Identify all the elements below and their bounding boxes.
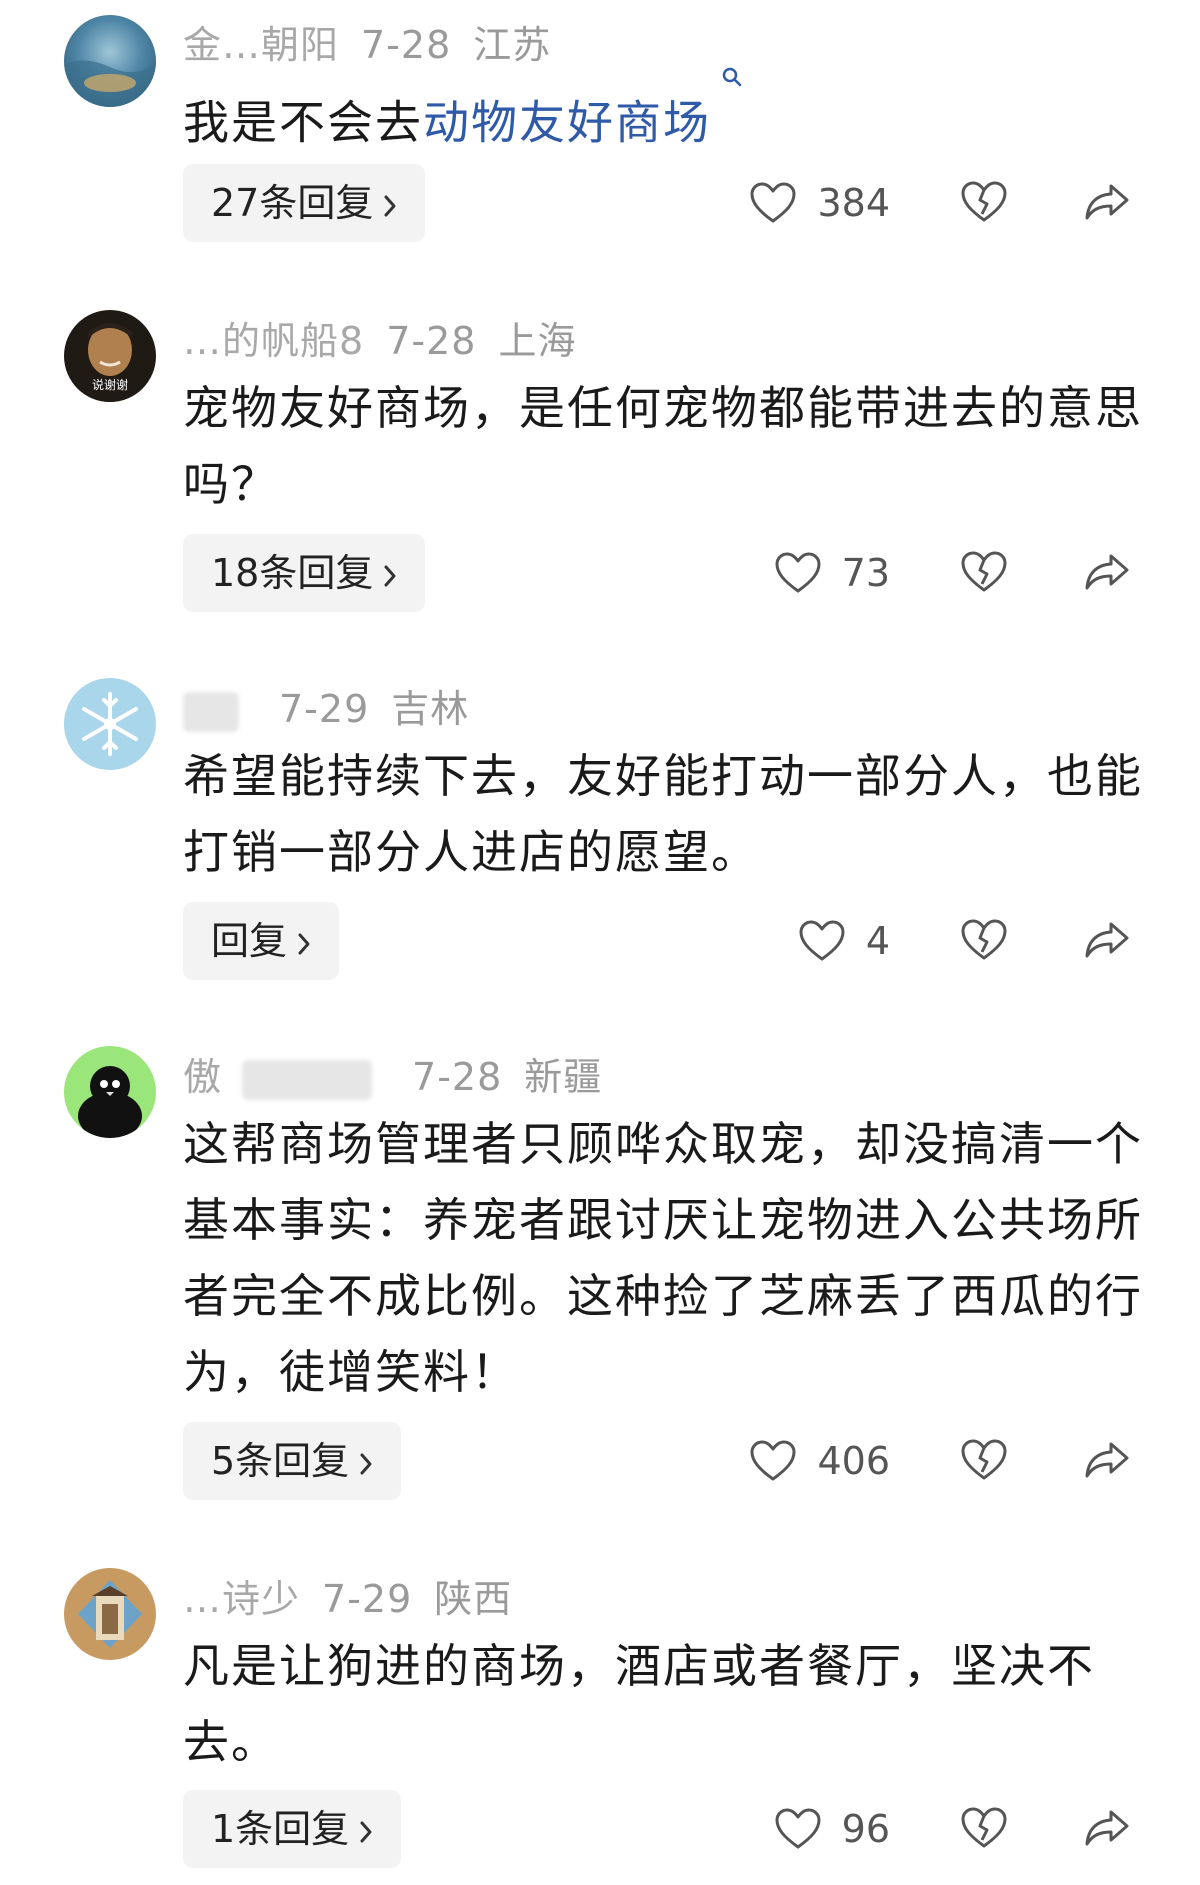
comment-meta: …诗少 7-29 陕西 bbox=[183, 1568, 512, 1623]
comment-date: 7-28 bbox=[386, 319, 477, 363]
comment-item: 说谢谢 …的帆船8 7-28 上海 宠物友好商场，是任何宠物都能带进去的意思吗？ 1… bbox=[0, 300, 1200, 620]
user-name[interactable]: 金…朝阳 bbox=[183, 23, 339, 67]
search-mini-icon[interactable] bbox=[711, 67, 743, 129]
comment-item: …诗少 7-29 陕西 凡是让狗进的商场，酒店或者餐厅，坚决不去。 1条回复 96 bbox=[0, 1558, 1200, 1885]
comment-location: 新疆 bbox=[524, 1055, 603, 1099]
share-arrow-icon[interactable] bbox=[1083, 1438, 1131, 1482]
comment-date: 7-28 bbox=[361, 23, 452, 67]
avatar[interactable]: 说谢谢 bbox=[64, 310, 156, 402]
avatar[interactable] bbox=[64, 1046, 156, 1138]
comment-actions: 96 bbox=[0, 1790, 1200, 1868]
like-button[interactable]: 384 bbox=[749, 164, 890, 242]
redacted-user-name bbox=[183, 691, 239, 732]
comment-date: 7-29 bbox=[322, 1577, 413, 1621]
search-link[interactable]: 动物友好商场 bbox=[423, 95, 711, 149]
broken-heart-icon[interactable] bbox=[960, 1438, 1008, 1482]
avatar[interactable] bbox=[64, 678, 156, 770]
comment-meta: 金…朝阳 7-28 江苏 bbox=[183, 14, 551, 69]
comment-item: 傲 7-28 新疆 这帮商场管理者只顾哗众取宠，却没搞清一个基本事实：养宠者跟讨厌让… bbox=[0, 1036, 1200, 1500]
broken-heart-icon[interactable] bbox=[960, 550, 1008, 594]
avatar[interactable] bbox=[64, 15, 156, 107]
comment-actions: 406 bbox=[0, 1422, 1200, 1500]
like-button[interactable]: 73 bbox=[774, 534, 890, 612]
like-count: 384 bbox=[817, 181, 890, 225]
comment-text: 希望能持续下去，友好能打动一部分人，也能打销一部分人进店的愿望。 bbox=[183, 749, 1143, 879]
like-button[interactable]: 406 bbox=[749, 1422, 890, 1500]
user-name[interactable]: …诗少 bbox=[183, 1577, 300, 1621]
like-count: 73 bbox=[841, 551, 890, 595]
share-arrow-icon[interactable] bbox=[1083, 1806, 1131, 1850]
comment-meta: …的帆船8 7-28 上海 bbox=[183, 310, 576, 365]
like-count: 96 bbox=[841, 1807, 890, 1851]
comment-item: 金…朝阳 7-28 江苏 我是不会去动物友好商场 27条回复 384 bbox=[0, 0, 1200, 250]
like-button[interactable]: 96 bbox=[774, 1790, 890, 1868]
share-arrow-icon[interactable] bbox=[1083, 180, 1131, 224]
comment-item: 7-29 吉林 希望能持续下去，友好能打动一部分人，也能打销一部分人进店的愿望。 … bbox=[0, 668, 1200, 988]
comment-text: 我是不会去动物友好商场 bbox=[183, 67, 1143, 160]
share-arrow-icon[interactable] bbox=[1083, 550, 1131, 594]
heart-outline-icon bbox=[749, 1439, 797, 1483]
heart-outline-icon bbox=[774, 1807, 822, 1851]
comment-date: 7-28 bbox=[412, 1055, 503, 1099]
like-button[interactable]: 4 bbox=[798, 902, 890, 980]
share-arrow-icon[interactable] bbox=[1083, 918, 1131, 962]
comment-text-plain: 我是不会去 bbox=[183, 95, 423, 150]
broken-heart-icon[interactable] bbox=[960, 180, 1008, 224]
user-name[interactable]: 傲 bbox=[183, 1055, 222, 1099]
heart-outline-icon bbox=[749, 181, 797, 225]
comment-meta: 傲 7-28 新疆 bbox=[183, 1046, 602, 1101]
like-count: 406 bbox=[817, 1439, 890, 1483]
avatar-caption: 说谢谢 bbox=[91, 378, 128, 392]
heart-outline-icon bbox=[774, 551, 822, 595]
like-count: 4 bbox=[865, 919, 890, 963]
comment-actions: 384 bbox=[0, 164, 1200, 242]
broken-heart-icon[interactable] bbox=[960, 918, 1008, 962]
heart-outline-icon bbox=[798, 919, 846, 963]
comment-text: 宠物友好商场，是任何宠物都能带进去的意思吗？ bbox=[183, 381, 1143, 511]
broken-heart-icon[interactable] bbox=[960, 1806, 1008, 1850]
comment-location: 吉林 bbox=[391, 687, 470, 731]
comment-actions: 4 bbox=[0, 902, 1200, 980]
comment-location: 陕西 bbox=[434, 1577, 513, 1621]
comment-actions: 73 bbox=[0, 534, 1200, 612]
user-name[interactable]: …的帆船8 bbox=[183, 319, 364, 363]
comment-date: 7-29 bbox=[279, 687, 370, 731]
comment-meta: 7-29 吉林 bbox=[183, 678, 469, 733]
comment-location: 上海 bbox=[498, 319, 577, 363]
comment-text: 这帮商场管理者只顾哗众取宠，却没搞清一个基本事实：养宠者跟讨厌让宠物进入公共场所… bbox=[183, 1117, 1143, 1399]
comment-location: 江苏 bbox=[473, 23, 552, 67]
redacted-user-name bbox=[242, 1059, 373, 1100]
comment-text: 凡是让狗进的商场，酒店或者餐厅，坚决不去。 bbox=[183, 1639, 1095, 1769]
avatar[interactable] bbox=[64, 1568, 156, 1660]
